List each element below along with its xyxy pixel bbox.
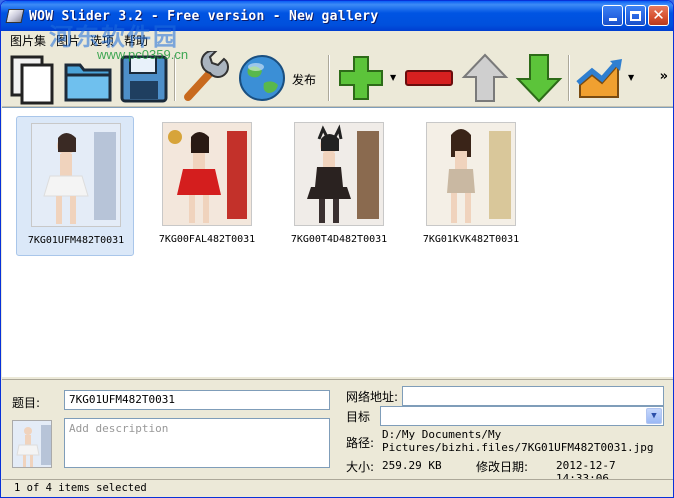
title-field[interactable]: 7KG01UFM482T0031 [64, 390, 330, 410]
add-dropdown-arrow-icon[interactable]: ▼ [390, 73, 396, 82]
remove-minus-icon[interactable] [402, 51, 456, 105]
globe-icon[interactable] [236, 51, 288, 105]
effects-chart-icon[interactable] [574, 51, 626, 105]
selected-preview-thumbnail [12, 420, 52, 468]
move-down-arrow-icon[interactable] [514, 51, 564, 105]
title-label: 题目: [12, 396, 41, 410]
menu-bar: 图片集 图片 选项 帮助 [2, 31, 673, 49]
app-window: WOW Slider 3.2 - Free version - New gall… [0, 0, 674, 498]
thumbnail-caption: 7KG01KVK482T0031 [422, 234, 520, 245]
size-label: 大小: [346, 460, 375, 474]
status-text: 1 of 4 items selected [14, 482, 147, 494]
minimize-button[interactable] [602, 5, 623, 26]
close-icon: ✕ [652, 6, 665, 24]
target-select[interactable]: ▼ [380, 406, 664, 426]
status-bar: 1 of 4 items selected [2, 479, 673, 497]
thumbnail-image [31, 123, 121, 227]
thumbnail-caption: 7KG01UFM482T0031 [27, 235, 125, 246]
toolbar: 发布 ▼ ▼ » [2, 49, 673, 107]
settings-wrench-icon[interactable] [180, 51, 232, 105]
chevron-down-icon[interactable]: ▼ [646, 408, 662, 424]
thumbnail-image [162, 122, 252, 226]
window-title: WOW Slider 3.2 - Free version - New gall… [29, 8, 379, 24]
url-label: 网络地址: [346, 390, 399, 404]
details-panel: 题目: 7KG01UFM482T0031 Add description 网络地… [2, 379, 673, 485]
path-label: 路径: [346, 436, 375, 450]
toolbar-overflow-icon[interactable]: » [660, 69, 668, 84]
gallery-panel: 7KG01UFM482T0031 7KG00FAL482T0031 7KG00T… [2, 107, 673, 377]
gallery-item[interactable]: 7KG01KVK482T0031 [412, 116, 530, 256]
new-document-icon[interactable] [8, 51, 58, 105]
menu-gallery[interactable]: 图片集 [6, 32, 52, 49]
gallery-item[interactable]: 7KG00FAL482T0031 [148, 116, 266, 256]
target-label: 目标 [346, 410, 371, 424]
close-button[interactable]: ✕ [648, 5, 669, 26]
minimize-icon [608, 18, 617, 21]
gallery-item[interactable]: 7KG01UFM482T0031 [16, 116, 134, 256]
title-bar[interactable]: WOW Slider 3.2 - Free version - New gall… [1, 1, 673, 31]
menu-pictures[interactable]: 图片 [52, 32, 86, 49]
move-up-arrow-icon[interactable] [460, 51, 510, 105]
window-controls: ✕ [602, 5, 669, 26]
menu-help[interactable]: 帮助 [120, 32, 154, 49]
thumbnail-caption: 7KG00FAL482T0031 [158, 234, 256, 245]
modified-label: 修改日期: [476, 460, 529, 474]
add-plus-icon[interactable] [336, 51, 386, 105]
toolbar-separator [568, 55, 570, 101]
path-value: D:/My Documents/My Pictures/bizhi.files/… [382, 428, 654, 454]
url-field[interactable] [402, 386, 664, 406]
publish-label[interactable]: 发布 [292, 71, 316, 88]
size-value: 259.29 KB [382, 459, 442, 472]
menu-options[interactable]: 选项 [86, 32, 120, 49]
thumbnail-image [294, 122, 384, 226]
maximize-button[interactable] [625, 5, 646, 26]
app-logo-icon [5, 9, 25, 23]
thumbnail-caption: 7KG00T4D482T0031 [290, 234, 388, 245]
gallery-item[interactable]: 7KG00T4D482T0031 [280, 116, 398, 256]
description-field[interactable]: Add description [64, 418, 330, 468]
effects-dropdown-arrow-icon[interactable]: ▼ [628, 73, 634, 82]
open-folder-icon[interactable] [62, 51, 114, 105]
toolbar-separator [174, 55, 176, 101]
maximize-icon [630, 10, 641, 21]
toolbar-separator [328, 55, 330, 101]
thumbnail-image [426, 122, 516, 226]
save-disk-icon[interactable] [118, 51, 170, 105]
